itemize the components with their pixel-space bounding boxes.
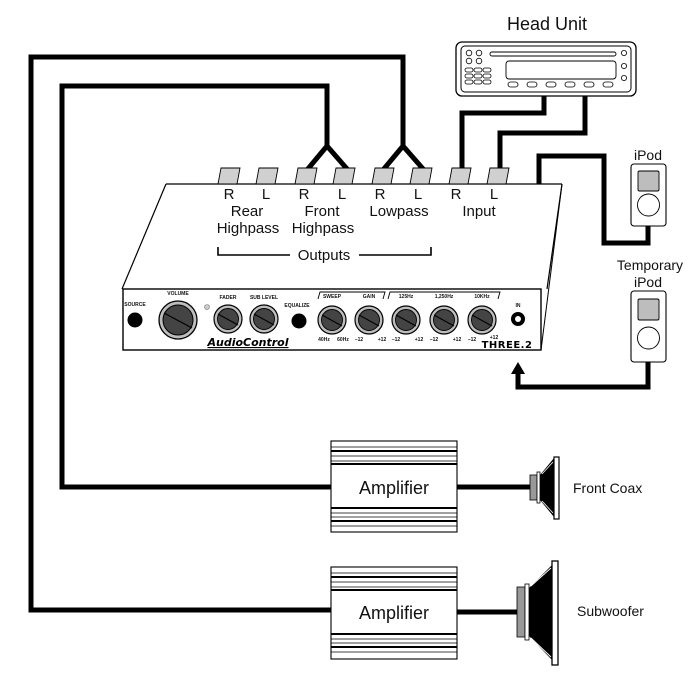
arrow-up-icon — [511, 362, 525, 374]
jack-label: R — [451, 186, 462, 203]
wire-front-y-split — [305, 142, 350, 172]
group-label-front-highpass: Highpass — [292, 220, 355, 237]
jack-front-l[interactable] — [332, 167, 356, 185]
subwoofer-label: Subwoofer — [577, 603, 644, 619]
jack-label: L — [338, 186, 346, 203]
scale-label: 60Hz — [337, 337, 349, 343]
wiring-diagram: Head Unit R L R L R L R L Rear Highpass … — [28, 14, 683, 666]
jack-label: R — [224, 186, 235, 203]
head-unit-label: Head Unit — [507, 14, 587, 34]
sub-level-knob[interactable] — [249, 304, 279, 334]
volume-label: VOLUME — [167, 291, 189, 297]
ipod-label: iPod — [634, 147, 662, 163]
scale-label: –12 — [468, 337, 477, 343]
outputs-label: Outputs — [298, 247, 351, 264]
jack-label: L — [490, 186, 498, 203]
scale-label: –12 — [430, 337, 439, 343]
front-coax-label: Front Coax — [573, 480, 642, 496]
subwoofer-speaker — [516, 560, 559, 666]
source-label: SOURCE — [124, 302, 146, 308]
aux-in-jack[interactable] — [511, 312, 525, 326]
power-led — [204, 304, 210, 310]
jack-label: R — [299, 186, 310, 203]
group-label-rear-highpass: Highpass — [217, 220, 280, 237]
source-button[interactable] — [127, 312, 143, 328]
equalize-label: EQUALIZE — [284, 303, 310, 309]
jack-rear-l[interactable] — [255, 167, 279, 185]
ipod: iPod — [630, 147, 667, 227]
band3-knob[interactable] — [467, 305, 497, 335]
jack-input-r[interactable] — [448, 167, 472, 185]
temporary-ipod-screen — [637, 298, 660, 321]
group-label-front: Front — [304, 203, 340, 220]
fader-label: FADER — [220, 295, 237, 301]
volume-knob[interactable] — [158, 300, 198, 340]
gain-knob[interactable] — [354, 305, 384, 335]
temporary-ipod-click-wheel[interactable] — [637, 326, 660, 350]
jack-lowpass-r[interactable] — [371, 167, 395, 185]
head-unit-display — [505, 60, 617, 80]
band3-label: 10KHz — [474, 294, 490, 300]
sweep-knob[interactable] — [317, 305, 347, 335]
wire-temp-ipod-to-front-in — [515, 362, 651, 390]
subwoofer-amplifier: Amplifier — [330, 566, 458, 660]
jack-lowpass-l[interactable] — [409, 167, 433, 185]
scale-label: +12 — [415, 337, 424, 343]
band1-knob[interactable] — [391, 305, 421, 335]
group-label-input: Input — [462, 203, 496, 220]
temporary-ipod-label-line2: iPod — [634, 274, 662, 290]
jack-rear-r[interactable] — [217, 167, 241, 185]
front-amplifier: Amplifier — [330, 440, 458, 533]
jack-label: R — [375, 186, 386, 203]
cd-slot — [489, 51, 617, 57]
model-name: THREE.2 — [482, 340, 533, 351]
gain-label: GAIN — [363, 294, 376, 300]
sweep-label: SWEEP — [323, 294, 342, 300]
rca-jacks — [217, 167, 510, 185]
jack-front-r[interactable] — [294, 167, 318, 185]
processor: R L R L R L R L Rear Highpass Front High… — [121, 167, 563, 351]
brand-logo: AudioControl — [206, 336, 288, 349]
jack-label: L — [414, 186, 422, 203]
jack-label: L — [262, 186, 270, 203]
equalize-button[interactable] — [291, 313, 307, 329]
group-label-lowpass: Lowpass — [369, 203, 428, 220]
band2-label: 1,250Hz — [435, 294, 454, 300]
sub-level-label: SUB LEVEL — [250, 295, 278, 301]
fader-knob[interactable] — [213, 304, 243, 334]
subwoofer-amplifier-label: Amplifier — [359, 603, 429, 623]
band2-knob[interactable] — [429, 305, 459, 335]
ipod-click-wheel[interactable] — [637, 193, 660, 217]
temporary-ipod: Temporary iPod — [617, 257, 683, 363]
scale-label: –12 — [392, 337, 401, 343]
temporary-ipod-label-line1: Temporary — [617, 257, 683, 273]
front-coax-speaker — [529, 456, 560, 520]
wire-lowpass-y-split — [381, 142, 426, 172]
in-label: IN — [516, 303, 521, 309]
jack-input-l[interactable] — [486, 167, 510, 185]
scale-label: –12 — [355, 337, 364, 343]
scale-label: +12 — [453, 337, 462, 343]
scale-label: +12 — [378, 337, 387, 343]
head-unit: Head Unit — [455, 14, 637, 97]
band1-label: 125Hz — [399, 294, 414, 300]
group-label-rear: Rear — [231, 203, 264, 220]
front-amplifier-label: Amplifier — [359, 478, 429, 498]
scale-label: 40Hz — [318, 337, 330, 343]
ipod-screen — [637, 170, 660, 192]
